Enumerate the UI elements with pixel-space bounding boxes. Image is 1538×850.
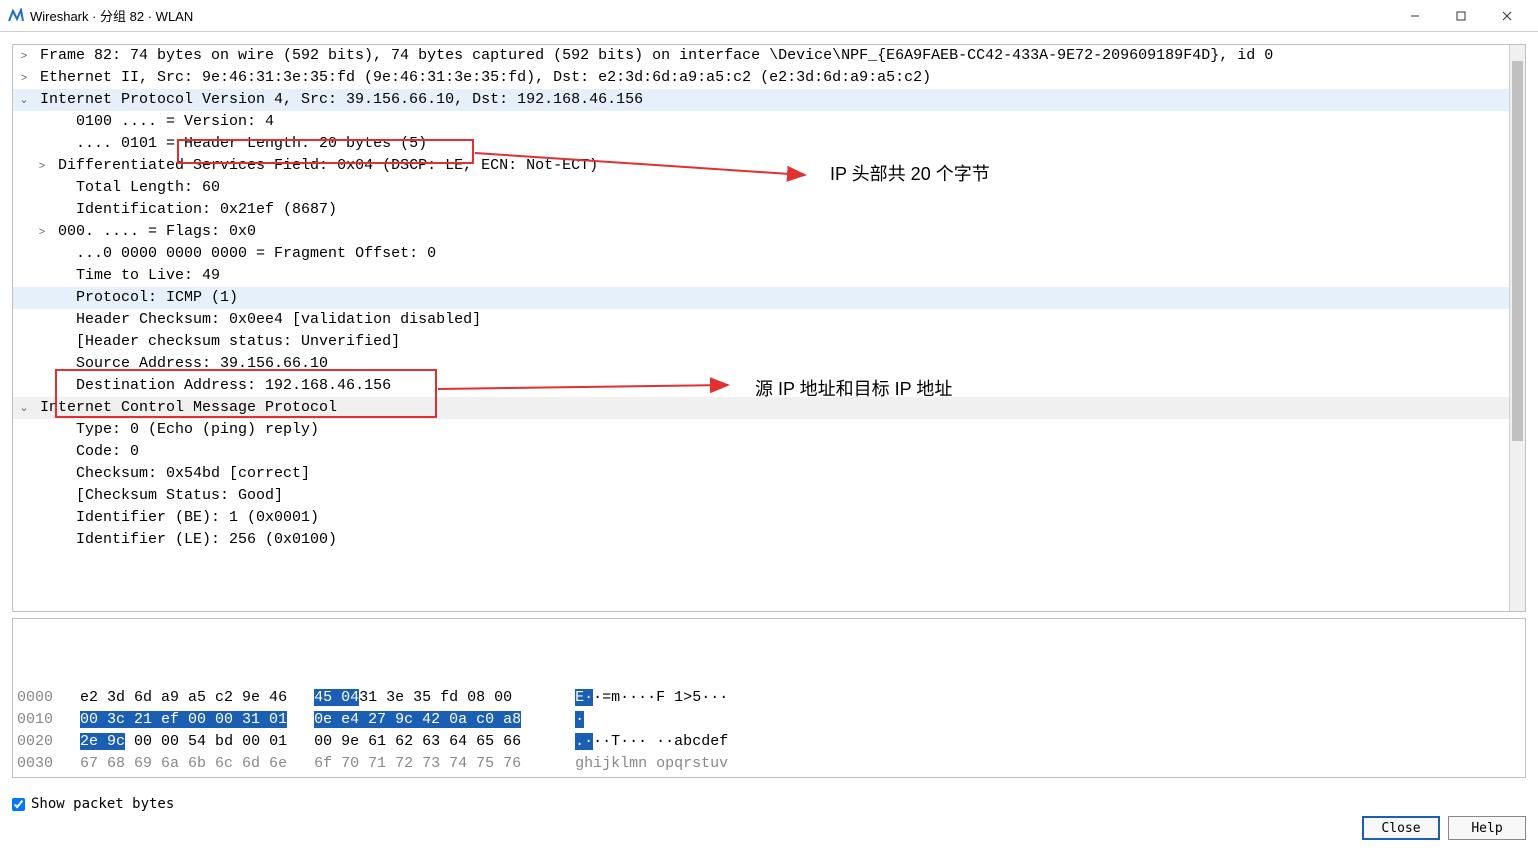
packet-bytes-hex[interactable]: 0000 e2 3d 6d a9 a5 c2 9e 46 45 0431 3e … [12,618,1526,778]
tree-toggle-spacer [53,287,67,309]
footer: Show packet bytes Close Help [0,790,1538,850]
window-buttons [1392,0,1530,32]
hex-bytes: 68 69 [314,777,359,778]
tree-row[interactable]: Identification: 0x21ef (8687) [13,199,1525,221]
hex-bytes-selected: 00 3c 21 ef 00 00 31 01 [80,711,287,728]
tree-row[interactable]: Total Length: 60 [13,177,1525,199]
tree-toggle-icon[interactable]: > [17,67,31,89]
tree-row[interactable]: [Header checksum status: Unverified] [13,331,1525,353]
hex-offset: 0020 [17,733,53,750]
tree-toggle-icon[interactable]: ⌄ [17,89,31,111]
minimize-button[interactable] [1392,0,1438,32]
hex-ascii-selected: .· [575,733,593,750]
hex-bytes: 00 00 54 bd 00 01 [125,733,287,750]
tree-toggle-spacer [53,243,67,265]
hex-ascii-selected: · [575,711,584,728]
hex-ascii: ghijklmn opqrstuv [575,755,728,772]
tree-row[interactable]: Time to Live: 49 [13,265,1525,287]
tree-toggle-spacer [53,265,67,287]
tree-row[interactable]: > Ethernet II, Src: 9e:46:31:3e:35:fd (9… [13,67,1525,89]
tree-row[interactable]: Code: 0 [13,441,1525,463]
tree-toggle-spacer [53,111,67,133]
hex-bytes-selected: 2e 9c [80,733,125,750]
hex-row[interactable]: 0040 77 61 62 63 64 65 66 67 68 69 wabcd… [17,775,1521,778]
maximize-icon [1456,11,1466,21]
hex-bytes: 77 61 62 63 64 65 66 67 [80,777,287,778]
tree-row[interactable]: Type: 0 (Echo (ping) reply) [13,419,1525,441]
hex-bytes-selected: 0e e4 27 9c 42 0a c0 a8 [314,711,521,728]
tree-row[interactable]: Protocol: ICMP (1) [13,287,1525,309]
tree-row[interactable]: > Differentiated Services Field: 0x04 (D… [13,155,1525,177]
tree-toggle-spacer [53,331,67,353]
maximize-button[interactable] [1438,0,1484,32]
tree-row[interactable]: Destination Address: 192.168.46.156 [13,375,1525,397]
tree-row[interactable]: Identifier (LE): 256 (0x0100) [13,529,1525,551]
minimize-icon [1410,11,1420,21]
hex-bytes: 67 68 69 6a 6b 6c 6d 6e [80,755,287,772]
tree-toggle-spacer [53,177,67,199]
tree-toggle-spacer [53,507,67,529]
tree-toggle-spacer [53,375,67,397]
hex-bytes: 31 3e 35 fd 08 00 [359,689,521,706]
tree-row[interactable]: .... 0101 = Header Length: 20 bytes (5) [13,133,1525,155]
packet-details-tree[interactable]: > Frame 82: 74 bytes on wire (592 bits),… [12,44,1526,612]
tree-toggle-icon[interactable]: > [35,221,49,243]
hex-ascii: ··T··· ··abcdef [593,733,728,750]
tree-row[interactable]: Identifier (BE): 1 (0x0001) [13,507,1525,529]
tree-toggle-icon[interactable]: ⌄ [17,397,31,419]
hex-offset: 0010 [17,711,53,728]
wireshark-icon [8,8,24,24]
close-button[interactable] [1484,0,1530,32]
tree-toggle-spacer [53,353,67,375]
hex-bytes: e2 3d 6d a9 a5 c2 9e 46 [80,689,287,706]
show-packet-bytes-input[interactable] [12,798,25,811]
help-button[interactable]: Help [1448,816,1526,840]
tree-row[interactable]: ⌄ Internet Control Message Protocol [13,397,1525,419]
close-icon [1502,11,1512,21]
hex-row[interactable]: 0010 00 3c 21 ef 00 00 31 01 0e e4 27 9c… [17,709,1521,731]
tree-row[interactable]: > 000. .... = Flags: 0x0 [13,221,1525,243]
content-area: > Frame 82: 74 bytes on wire (592 bits),… [0,32,1538,790]
titlebar: Wireshark · 分组 82 · WLAN [0,0,1538,32]
tree-row[interactable]: Header Checksum: 0x0ee4 [validation disa… [13,309,1525,331]
scrollbar-thumb[interactable] [1512,61,1523,441]
hex-bytes: 6f 70 71 72 73 74 75 76 [314,755,521,772]
close-dialog-button[interactable]: Close [1362,816,1440,840]
hex-row[interactable]: 0020 2e 9c 00 00 54 bd 00 01 00 9e 61 62… [17,731,1521,753]
tree-row[interactable]: > Frame 82: 74 bytes on wire (592 bits),… [13,45,1525,67]
hex-row[interactable]: 0030 67 68 69 6a 6b 6c 6d 6e 6f 70 71 72… [17,753,1521,775]
hex-ascii-selected: E· [575,689,593,706]
tree-row[interactable]: ...0 0000 0000 0000 = Fragment Offset: 0 [13,243,1525,265]
tree-toggle-spacer [53,133,67,155]
tree-toggle-spacer [53,309,67,331]
tree-toggle-icon[interactable]: > [35,155,49,177]
tree-row[interactable]: 0100 .... = Version: 4 [13,111,1525,133]
hex-offset: 0040 [17,777,53,778]
tree-toggle-spacer [53,199,67,221]
tree-scrollbar[interactable] [1509,45,1525,611]
hex-ascii: ·=m····F 1>5··· [593,689,728,706]
tree-toggle-spacer [53,419,67,441]
tree-row[interactable]: Source Address: 39.156.66.10 [13,353,1525,375]
tree-row[interactable]: Checksum: 0x54bd [correct] [13,463,1525,485]
hex-bytes: 00 9e 61 62 63 64 65 66 [314,733,521,750]
hex-bytes-selected: 45 04 [314,689,359,706]
hex-offset: 0000 [17,689,53,706]
tree-toggle-spacer [53,485,67,507]
show-packet-bytes-checkbox[interactable]: Show packet bytes [12,796,1526,812]
tree-toggle-icon[interactable]: > [17,45,31,67]
tree-toggle-spacer [53,463,67,485]
hex-ascii: wabcdefg hi [575,777,674,778]
button-row: Close Help [12,816,1526,844]
show-packet-bytes-label: Show packet bytes [31,796,174,812]
window-title: Wireshark · 分组 82 · WLAN [30,6,1392,25]
tree-row[interactable]: [Checksum Status: Good] [13,485,1525,507]
hex-offset: 0030 [17,755,53,772]
tree-toggle-spacer [53,441,67,463]
hex-row[interactable]: 0000 e2 3d 6d a9 a5 c2 9e 46 45 0431 3e … [17,687,1521,709]
tree-row[interactable]: ⌄ Internet Protocol Version 4, Src: 39.1… [13,89,1525,111]
tree-toggle-spacer [53,529,67,551]
